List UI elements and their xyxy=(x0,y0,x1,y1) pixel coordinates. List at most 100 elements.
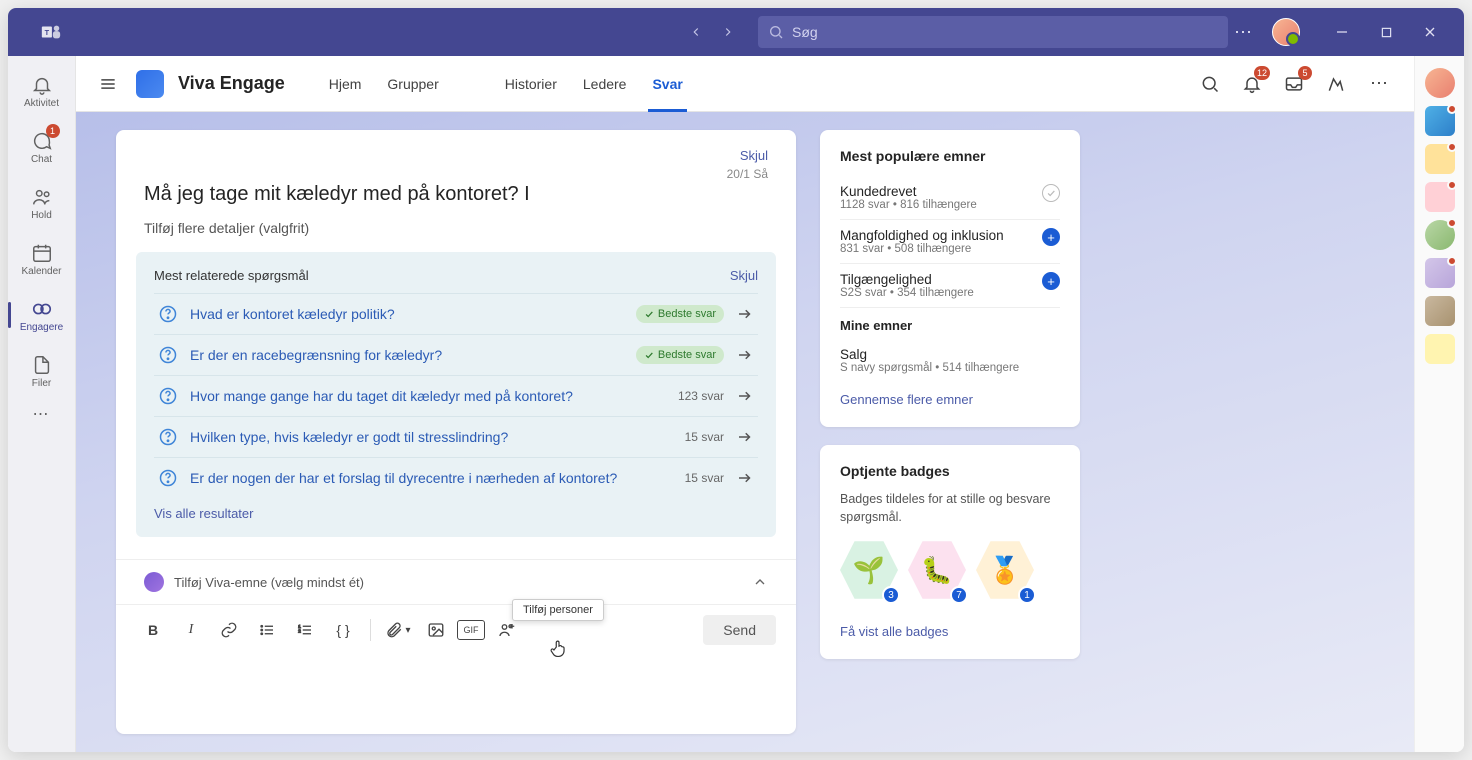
question-icon xyxy=(158,386,178,406)
user-avatar[interactable] xyxy=(1272,18,1300,46)
view-all-badges-link[interactable]: Få vist alle badges xyxy=(840,624,948,639)
inbox-badge: 5 xyxy=(1298,66,1312,80)
rail-engage[interactable]: Engagere xyxy=(14,288,70,342)
related-question-item[interactable]: Hvor mange gange har du taget dit kæledy… xyxy=(154,375,758,416)
topic-item[interactable]: Mangfoldighed og inklusion831 svar • 508… xyxy=(840,220,1060,264)
rail-files[interactable]: Filer xyxy=(14,344,70,398)
window-close-button[interactable] xyxy=(1408,8,1452,56)
rail-app-icon[interactable] xyxy=(1425,334,1455,364)
topic-item[interactable]: SalgS navy spørgsmål • 514 tilhængere xyxy=(840,339,1060,382)
window-minimize-button[interactable] xyxy=(1320,8,1364,56)
search-input[interactable]: Søg xyxy=(758,16,1228,48)
related-question-item[interactable]: Er der en racebegrænsning for kæledyr? B… xyxy=(154,334,758,375)
compose-ago: Så xyxy=(753,167,768,181)
my-topics-title: Mine emner xyxy=(840,318,1060,333)
rail-app-icon[interactable] xyxy=(1425,144,1455,174)
image-button[interactable] xyxy=(419,613,453,647)
question-icon xyxy=(158,304,178,324)
tab-groups[interactable]: Grupper xyxy=(387,56,438,111)
rail-teams[interactable]: Hold xyxy=(14,176,70,230)
rail-app-icon[interactable] xyxy=(1425,106,1455,136)
add-icon[interactable]: + xyxy=(1042,272,1060,290)
toolbar-separator xyxy=(370,619,371,641)
app-header: Viva Engage Hjem Grupper Historier Leder… xyxy=(76,56,1414,112)
header-search-button[interactable] xyxy=(1194,68,1226,100)
nav-back-button[interactable] xyxy=(682,18,710,46)
header-inbox-button[interactable]: 5 xyxy=(1278,68,1310,100)
rail-app-icon[interactable] xyxy=(1425,296,1455,326)
rail-label: Chat xyxy=(31,154,52,165)
send-button[interactable]: Send xyxy=(703,615,776,645)
related-hide-link[interactable]: Skjul xyxy=(730,268,758,283)
app-title: Viva Engage xyxy=(178,73,285,94)
attach-button[interactable]: ▾ xyxy=(381,613,415,647)
rail-more-button[interactable]: ⋯ xyxy=(33,404,51,424)
view-all-results-link[interactable]: Vis alle resultater xyxy=(154,506,758,521)
add-icon[interactable]: + xyxy=(1042,228,1060,246)
answer-count: 15 svar xyxy=(674,430,724,444)
related-questions-panel: Mest relaterede spørgsmål Skjul Hvad er … xyxy=(136,252,776,537)
rail-label: Hold xyxy=(31,210,52,221)
rail-calendar[interactable]: Kalender xyxy=(14,232,70,286)
related-question-item[interactable]: Hvad er kontoret kæledyr politik? Bedste… xyxy=(154,293,758,334)
code-button[interactable]: { } xyxy=(326,613,360,647)
tab-leaders[interactable]: Ledere xyxy=(583,56,627,111)
rail-avatar[interactable] xyxy=(1425,68,1455,98)
nav-forward-button[interactable] xyxy=(714,18,742,46)
browse-topics-link[interactable]: Gennemse flere emner xyxy=(840,392,973,407)
bold-button[interactable]: B xyxy=(136,613,170,647)
topic-icon xyxy=(144,572,164,592)
hamburger-button[interactable] xyxy=(94,70,122,98)
number-list-button[interactable]: 12 xyxy=(288,613,322,647)
rail-avatar[interactable] xyxy=(1425,220,1455,250)
question-details-input[interactable]: Tilføj flere detaljer (valgfrit) xyxy=(144,220,768,236)
badges-description: Badges tildeles for at stille og besvare… xyxy=(840,491,1060,526)
arrow-right-icon xyxy=(736,428,754,446)
header-more-button[interactable]: ⋯ xyxy=(1362,69,1396,98)
header-notifications-button[interactable]: 12 xyxy=(1236,68,1268,100)
tab-home[interactable]: Hjem xyxy=(329,56,362,111)
related-question-item[interactable]: Hvilken type, hvis kæledyr er godt til s… xyxy=(154,416,758,457)
topic-item[interactable]: Kundedrevet1128 svar • 816 tilhængere xyxy=(840,176,1060,220)
rail-activity[interactable]: Aktivitet xyxy=(14,64,70,118)
window-maximize-button[interactable] xyxy=(1364,8,1408,56)
related-question-item[interactable]: Er der nogen der har et forslag til dyre… xyxy=(154,457,758,498)
best-answer-badge: Bedste svar xyxy=(636,346,724,364)
rail-chat[interactable]: 1 Chat xyxy=(14,120,70,174)
add-topic-row[interactable]: Tilføj Viva-emne (vælg mindst ét) xyxy=(116,559,796,604)
notif-badge: 12 xyxy=(1254,66,1270,80)
related-question-text: Hvilken type, hvis kæledyr er godt til s… xyxy=(190,429,662,445)
answer-count: 123 svar xyxy=(674,389,724,403)
compose-hide-link[interactable]: Skjul xyxy=(740,148,768,163)
cursor-icon xyxy=(548,637,570,659)
rail-app-icon[interactable] xyxy=(1425,258,1455,288)
svg-text:2: 2 xyxy=(298,628,301,633)
question-title-input[interactable]: Må jeg tage mit kæledyr med på kontoret?… xyxy=(144,183,768,206)
badges-title: Optjente badges xyxy=(840,463,1060,479)
answer-count: 15 svar xyxy=(674,471,724,485)
badge-item[interactable]: 🏅1 xyxy=(976,538,1034,602)
bell-icon xyxy=(31,74,53,96)
titlebar: T Søg ⋯ xyxy=(8,8,1464,56)
related-question-text: Hvad er kontoret kæledyr politik? xyxy=(190,306,624,322)
topic-item[interactable]: TilgængelighedS2S svar • 354 tilhængere … xyxy=(840,264,1060,308)
tab-answers[interactable]: Svar xyxy=(652,56,682,111)
rail-app-icon[interactable] xyxy=(1425,182,1455,212)
badge-item[interactable]: 🐛7 xyxy=(908,538,966,602)
titlebar-more-button[interactable]: ⋯ xyxy=(1228,16,1258,49)
people-icon xyxy=(31,186,53,208)
gif-button[interactable]: GIF xyxy=(457,620,485,640)
header-share-button[interactable] xyxy=(1320,68,1352,100)
italic-button[interactable]: I xyxy=(174,613,208,647)
search-icon xyxy=(768,24,784,40)
link-button[interactable] xyxy=(212,613,246,647)
popular-topics-card: Mest populære emner Kundedrevet1128 svar… xyxy=(820,130,1080,427)
chevron-up-icon xyxy=(752,574,768,590)
search-placeholder: Søg xyxy=(792,24,818,40)
rail-label: Filer xyxy=(32,378,51,389)
compose-card: Skjul 20/1 Så Må jeg tage mit kæledyr me… xyxy=(116,130,796,734)
badge-item[interactable]: 🌱3 xyxy=(840,538,898,602)
tab-stories[interactable]: Historier xyxy=(505,56,557,111)
rail-label: Engagere xyxy=(20,322,63,333)
bullet-list-button[interactable] xyxy=(250,613,284,647)
